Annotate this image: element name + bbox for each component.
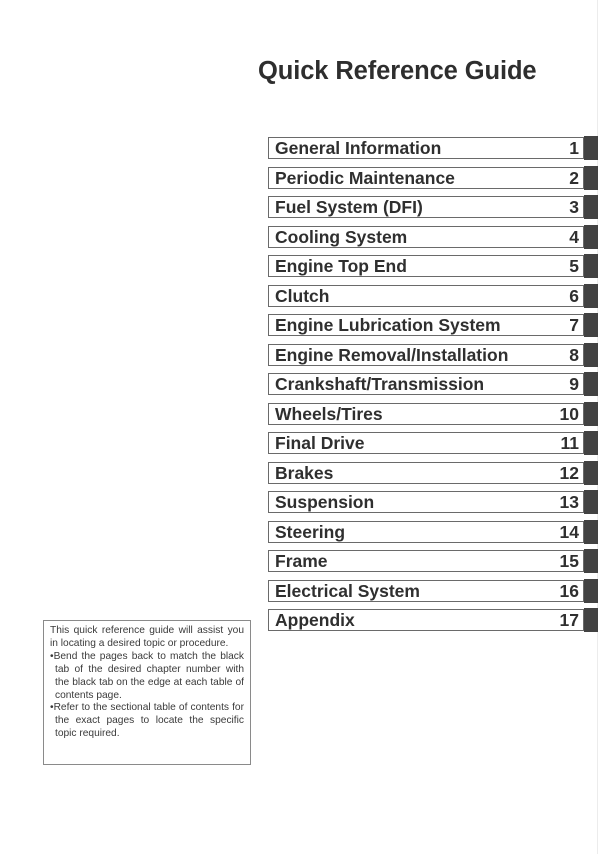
chapter-label: Fuel System (DFI) — [275, 197, 423, 217]
chapter-number: 13 — [559, 492, 579, 512]
chapter-label: Clutch — [275, 285, 330, 306]
chapter-row: Electrical System 16 — [268, 578, 598, 610]
chapter-row: Engine Removal/Installation 8 — [268, 342, 598, 374]
chapter-number: 17 — [559, 610, 579, 630]
chapter-tab-marker — [584, 313, 598, 337]
chapter-label: Appendix — [275, 610, 355, 630]
chapter-number: 9 — [569, 374, 579, 394]
chapter-label: Final Drive — [275, 433, 365, 453]
chapter-label: Wheels/Tires — [275, 403, 383, 424]
chapter-number: 6 — [569, 285, 579, 306]
chapter-tab-marker — [584, 578, 598, 603]
chapter-label: Frame — [275, 551, 328, 571]
chapter-link-cooling-system[interactable]: Cooling System 4 — [268, 225, 584, 248]
note-bullet: •Bend the pages back to match the black … — [50, 650, 244, 701]
chapter-tab-marker — [584, 165, 598, 190]
chapter-link-periodic-maintenance[interactable]: Periodic Maintenance 2 — [268, 166, 584, 189]
chapter-number: 1 — [569, 138, 579, 158]
chapter-row: Engine Top End 5 — [268, 254, 598, 285]
chapter-tab-marker — [584, 372, 598, 396]
chapter-row: Crankshaft/Transmission 9 — [268, 372, 598, 403]
chapter-index: General Information 1 Periodic Maintenan… — [268, 136, 598, 639]
chapter-number: 11 — [560, 433, 580, 453]
chapter-link-frame[interactable]: Frame 15 — [268, 550, 584, 572]
chapter-link-final-drive[interactable]: Final Drive 11 — [268, 432, 584, 454]
chapter-link-suspension[interactable]: Suspension 13 — [268, 491, 584, 513]
usage-note-box: This quick reference guide will assist y… — [43, 620, 251, 765]
chapter-row: Final Drive 11 — [268, 431, 598, 462]
chapter-link-wheels-tires[interactable]: Wheels/Tires 10 — [268, 402, 584, 425]
chapter-row: Appendix 17 — [268, 608, 598, 639]
chapter-number: 15 — [559, 551, 579, 571]
chapter-link-fuel-system[interactable]: Fuel System (DFI) 3 — [268, 196, 584, 218]
chapter-link-clutch[interactable]: Clutch 6 — [268, 284, 584, 307]
chapter-number: 3 — [569, 197, 579, 217]
chapter-number: 4 — [569, 226, 579, 247]
chapter-row: Steering 14 — [268, 519, 598, 551]
chapter-tab-marker — [584, 136, 598, 160]
chapter-tab-marker — [584, 283, 598, 308]
chapter-row: Frame 15 — [268, 549, 598, 580]
chapter-link-crankshaft-transmission[interactable]: Crankshaft/Transmission 9 — [268, 373, 584, 395]
chapter-link-electrical-system[interactable]: Electrical System 16 — [268, 579, 584, 602]
chapter-link-steering[interactable]: Steering 14 — [268, 520, 584, 543]
chapter-link-engine-lubrication-system[interactable]: Engine Lubrication System 7 — [268, 314, 584, 336]
chapter-row: Cooling System 4 — [268, 224, 598, 256]
chapter-label: Crankshaft/Transmission — [275, 374, 485, 394]
chapter-row: Engine Lubrication System 7 — [268, 313, 598, 344]
chapter-link-appendix[interactable]: Appendix 17 — [268, 609, 584, 631]
chapter-link-engine-top-end[interactable]: Engine Top End 5 — [268, 255, 584, 277]
chapter-number: 2 — [569, 167, 579, 188]
chapter-label: Engine Removal/Installation — [275, 344, 509, 365]
chapter-number: 12 — [559, 462, 579, 483]
chapter-label: Cooling System — [275, 226, 408, 247]
chapter-number: 8 — [569, 344, 579, 365]
chapter-link-general-information[interactable]: General Information 1 — [268, 137, 584, 159]
chapter-row: Clutch 6 — [268, 283, 598, 315]
chapter-number: 14 — [559, 521, 579, 542]
chapter-tab-marker — [584, 224, 598, 249]
page-title: Quick Reference Guide — [258, 57, 537, 85]
chapter-number: 7 — [569, 315, 579, 335]
chapter-tab-marker — [584, 519, 598, 544]
chapter-row: Brakes 12 — [268, 460, 598, 492]
chapter-tab-marker — [584, 460, 598, 485]
chapter-row: Suspension 13 — [268, 490, 598, 521]
chapter-link-engine-removal-installation[interactable]: Engine Removal/Installation 8 — [268, 343, 584, 366]
chapter-label: General Information — [275, 138, 442, 158]
chapter-tab-marker — [584, 490, 598, 514]
chapter-label: Engine Top End — [275, 256, 407, 276]
chapter-link-brakes[interactable]: Brakes 12 — [268, 461, 584, 484]
chapter-label: Steering — [275, 521, 346, 542]
chapter-tab-marker — [584, 431, 598, 455]
chapter-tab-marker — [584, 254, 598, 278]
note-bullet: •Refer to the sectional table of content… — [50, 702, 244, 740]
chapter-number: 5 — [569, 256, 579, 276]
chapter-number: 16 — [559, 580, 579, 601]
chapter-label: Brakes — [275, 462, 334, 483]
chapter-label: Electrical System — [275, 580, 420, 601]
chapter-row: Wheels/Tires 10 — [268, 401, 598, 433]
chapter-tab-marker — [584, 549, 598, 573]
chapter-number: 10 — [559, 403, 579, 424]
chapter-row: Fuel System (DFI) 3 — [268, 195, 598, 226]
chapter-row: General Information 1 — [268, 136, 598, 167]
chapter-label: Periodic Maintenance — [275, 167, 455, 188]
chapter-label: Suspension — [275, 492, 375, 512]
chapter-tab-marker — [584, 401, 598, 426]
chapter-label: Engine Lubrication System — [275, 315, 501, 335]
chapter-tab-marker — [584, 342, 598, 367]
chapter-tab-marker — [584, 195, 598, 219]
chapter-tab-marker — [584, 608, 598, 632]
note-intro-text: This quick reference guide will assist y… — [50, 625, 244, 649]
chapter-row: Periodic Maintenance 2 — [268, 165, 598, 197]
